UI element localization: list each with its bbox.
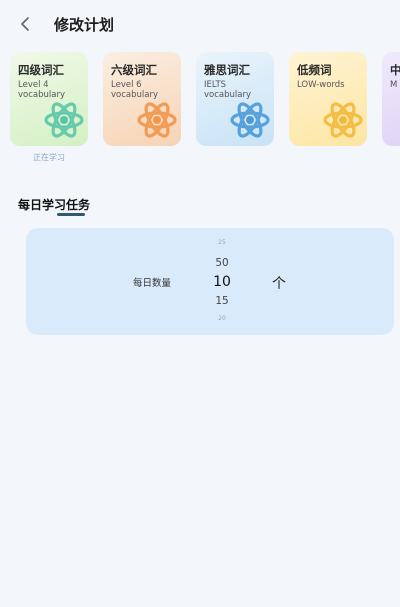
card-subtitle: Level 6 vocabulary [111,80,158,100]
daily-count-picker[interactable]: 25 50 10 15 20 [196,228,248,335]
vocabulary-card-list: 四级词汇 Level 4 vocabulary 六级词汇 Level 6 voc… [0,52,400,152]
picker-option[interactable]: 20 [196,315,248,322]
chevron-left-icon [21,17,29,31]
card-subtitle: Level 4 vocabulary [18,80,65,100]
vocab-card-cet6[interactable]: 六级词汇 Level 6 vocabulary [103,52,181,146]
vocab-card-cet4[interactable]: 四级词汇 Level 4 vocabulary [10,52,88,146]
card-name: 六级词汇 [111,63,157,77]
picker-selected-value[interactable]: 10 [196,274,248,290]
picker-option[interactable]: 50 [196,257,248,269]
page-title: 修改计划 [54,16,115,34]
atom-icon [230,102,270,138]
count-unit: 个 [272,276,286,292]
vocab-card-low-frequency[interactable]: 低频词 LOW-words [289,52,367,146]
daily-task-panel: 每日数量 25 50 10 15 20 个 [26,228,394,335]
daily-count-label: 每日数量 [133,278,172,289]
atom-icon [137,102,177,138]
card-subtitle: IELTS vocabulary [204,80,251,100]
atom-icon [44,102,84,138]
tab-indicator [57,213,85,216]
picker-option[interactable]: 15 [196,295,248,307]
top-bar: 修改计划 [0,0,400,48]
back-button[interactable] [14,12,38,36]
card-name: 中 [390,63,400,77]
card-name: 四级词汇 [18,63,64,77]
card-name: 雅思词汇 [204,63,250,77]
currently-learning-label: 正在学习 [33,153,65,162]
card-subtitle: M w [390,80,400,90]
atom-icon [323,102,363,138]
daily-task-tab[interactable]: 每日学习任务 [18,196,90,213]
vocab-card-ielts[interactable]: 雅思词汇 IELTS vocabulary [196,52,274,146]
vocab-card-partial[interactable]: 中 M w [382,52,400,146]
picker-option[interactable]: 25 [196,239,248,246]
card-subtitle: LOW-words [297,80,345,90]
card-name: 低频词 [297,63,332,77]
